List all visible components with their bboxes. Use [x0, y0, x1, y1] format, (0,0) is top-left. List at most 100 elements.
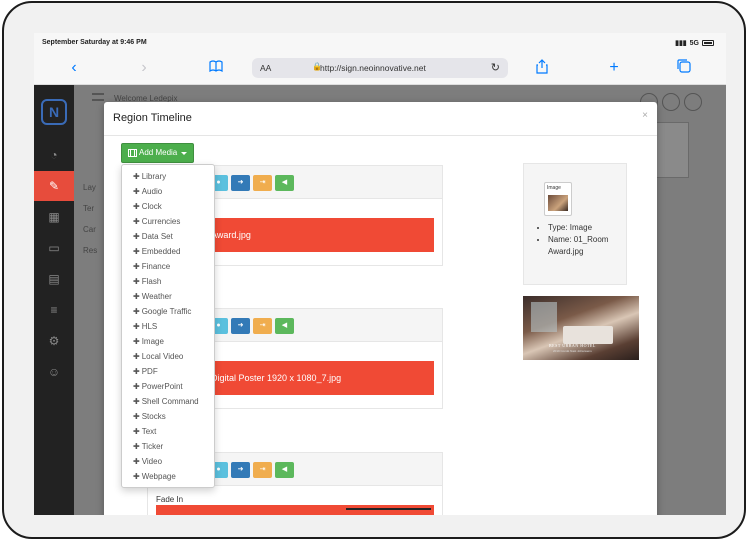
hamburger-icon[interactable] [92, 93, 104, 101]
back-icon[interactable]: ‹ [64, 59, 84, 77]
menu-item-finance[interactable]: ✚ Finance [122, 259, 214, 274]
url-text: http://sign.neoinnovative.net [320, 63, 426, 73]
menu-item-audio[interactable]: ✚ Audio [122, 184, 214, 199]
bg-label-res: Res [83, 246, 98, 255]
plus-icon: ✚ [133, 427, 140, 436]
app-sidebar: N ◔ ✎ ▦ ▭ ▤ ≡ ⚙ ☺ [34, 85, 74, 515]
preview-subcaption: 2019 Condé Nast Johansens [553, 349, 592, 353]
menu-item-powerpoint[interactable]: ✚ PowerPoint [122, 379, 214, 394]
share-icon[interactable] [532, 59, 552, 77]
plus-icon: ✚ [133, 337, 140, 346]
menu-item-image[interactable]: ✚ Image [122, 334, 214, 349]
menu-item-library[interactable]: ✚ Library [122, 169, 214, 184]
modal-header: Region Timeline × [104, 102, 657, 136]
menu-item-video[interactable]: ✚ Video [122, 454, 214, 469]
thumb-label: Image [547, 185, 561, 191]
bg-label-lay: Lay [83, 183, 96, 192]
users-icon[interactable]: ☺ [34, 357, 74, 387]
plus-icon: ✚ [133, 307, 140, 316]
preview-caption: BEST URBAN HOTEL [549, 343, 596, 348]
plus-icon: ✚ [133, 442, 140, 451]
add-media-dropdown: ✚ Library ✚ Audio ✚ Clock ✚ Currencies ✚ Data… [121, 164, 215, 488]
menu-item-clock[interactable]: ✚ Clock [122, 199, 214, 214]
plus-icon: ✚ [133, 172, 140, 181]
menu-item-embedded[interactable]: ✚ Embedded [122, 244, 214, 259]
preview-window [531, 302, 557, 332]
transition-icon[interactable]: ⇥ [253, 318, 272, 334]
exit-circle-icon[interactable] [684, 93, 702, 111]
plus-icon: ✚ [133, 292, 140, 301]
forward-icon[interactable]: › [134, 59, 154, 77]
add-media-button[interactable]: Add Media [121, 143, 195, 163]
plus-icon: ✚ [133, 472, 140, 481]
chevron-down-icon [181, 151, 188, 155]
menu-item-text[interactable]: ✚ Text [122, 424, 214, 439]
menu-item-webpage[interactable]: ✚ Webpage [122, 469, 214, 484]
plus-icon: ✚ [133, 262, 140, 271]
transition-icon[interactable]: ⇥ [253, 462, 272, 478]
media-info-list: Type: Image Name: 01_Room Award.jpg [536, 222, 624, 258]
bg-label-ter: Ter [83, 204, 95, 213]
audio-icon[interactable]: ◀ [275, 462, 294, 478]
search-circle-icon[interactable] [662, 93, 680, 111]
dashboard-icon[interactable]: ◔ [34, 140, 74, 170]
edit-icon[interactable]: ➜ [231, 175, 250, 191]
settings-icon[interactable]: ⚙ [34, 326, 74, 356]
new-tab-icon[interactable]: + [604, 59, 624, 77]
edit-icon[interactable]: ➜ [231, 318, 250, 334]
add-media-label: Add Media [139, 148, 178, 157]
tablet-frame: September Saturday at 9:46 PM ▮▮▮ 5G ‹ ›… [2, 1, 746, 539]
reload-icon[interactable]: ↻ [491, 61, 500, 74]
edit-icon[interactable]: ➜ [231, 462, 250, 478]
list-icon[interactable]: ≡ [34, 295, 74, 325]
menu-item-stocks[interactable]: ✚ Stocks [122, 409, 214, 424]
browser-toolbar: ‹ › AA 🔒 http://sign.neoinnovative.net ↻… [34, 53, 726, 85]
plus-icon: ✚ [133, 352, 140, 361]
plus-icon: ✚ [133, 457, 140, 466]
menu-item-shell-command[interactable]: ✚ Shell Command [122, 394, 214, 409]
transition-icon[interactable]: ⇥ [253, 175, 272, 191]
close-icon[interactable]: × [642, 110, 648, 121]
address-bar[interactable]: AA 🔒 http://sign.neoinnovative.net ↻ [252, 58, 508, 78]
plus-icon: ✚ [133, 247, 140, 256]
signal-icon: ▮▮▮ [675, 40, 687, 47]
plus-icon: ✚ [133, 382, 140, 391]
fade-line [346, 508, 431, 510]
audio-icon[interactable]: ◀ [275, 175, 294, 191]
layout-edit-icon[interactable]: ✎ [34, 171, 74, 201]
menu-item-currencies[interactable]: ✚ Currencies [122, 214, 214, 229]
modal-title: Region Timeline [113, 112, 192, 124]
image-file-icon: Image [544, 182, 572, 216]
menu-item-hls[interactable]: ✚ HLS [122, 319, 214, 334]
menu-item-data-set[interactable]: ✚ Data Set [122, 229, 214, 244]
bookmarks-icon[interactable] [206, 59, 226, 77]
plus-icon: ✚ [133, 202, 140, 211]
app-logo[interactable]: N [41, 99, 67, 125]
thumb-image [548, 195, 568, 211]
schedule-icon[interactable]: ▤ [34, 264, 74, 294]
status-bar: September Saturday at 9:46 PM ▮▮▮ 5G [34, 33, 726, 53]
media-type: Type: Image [548, 222, 624, 234]
menu-item-pdf[interactable]: ✚ PDF [122, 364, 214, 379]
plus-icon: ✚ [133, 217, 140, 226]
menu-item-local-video[interactable]: ✚ Local Video [122, 349, 214, 364]
menu-item-weather[interactable]: ✚ Weather [122, 289, 214, 304]
plus-icon: ✚ [133, 412, 140, 421]
media-info-card: Image Type: Image Name: 01_Room Award.jp… [523, 163, 627, 285]
status-time: September Saturday at 9:46 PM [42, 39, 147, 46]
displays-icon[interactable]: ▭ [34, 233, 74, 263]
preview-bed [563, 326, 613, 344]
tabs-icon[interactable] [674, 59, 694, 77]
media-library-icon[interactable]: ▦ [34, 202, 74, 232]
fade-in-label: Fade In [156, 495, 184, 504]
plus-icon: ✚ [133, 232, 140, 241]
audio-icon[interactable]: ◀ [275, 318, 294, 334]
menu-item-ticker[interactable]: ✚ Ticker [122, 439, 214, 454]
plus-icon: ✚ [133, 397, 140, 406]
plus-icon: ✚ [133, 367, 140, 376]
reader-aa-button[interactable]: AA [260, 63, 271, 73]
menu-item-flash[interactable]: ✚ Flash [122, 274, 214, 289]
menu-item-google-traffic[interactable]: ✚ Google Traffic [122, 304, 214, 319]
region-timeline-modal: Region Timeline × Add Media ✚ Library ✚ Au… [104, 102, 657, 515]
media-bar[interactable] [156, 505, 434, 515]
